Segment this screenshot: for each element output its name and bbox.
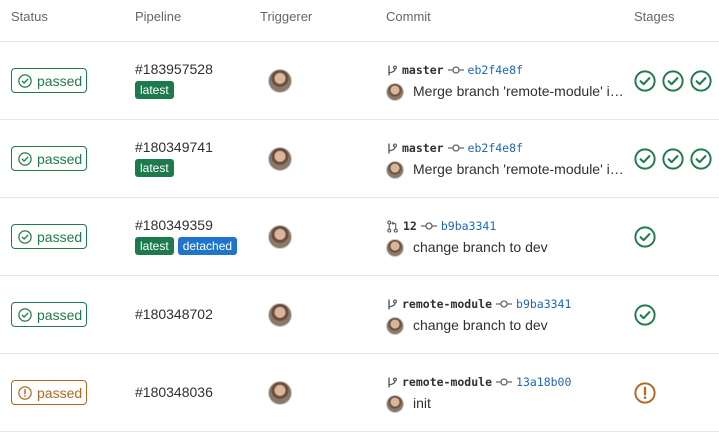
stage-status-icon[interactable] (634, 70, 656, 92)
commit-ref-line: 12 b9ba3341 (386, 219, 496, 233)
stage-status-icon[interactable] (662, 148, 684, 170)
stage-status-icon[interactable] (634, 304, 656, 326)
triggerer-avatar[interactable] (268, 303, 292, 327)
status-badge[interactable]: passed (11, 380, 87, 405)
stage-status-icon[interactable] (690, 70, 712, 92)
ref-link[interactable]: master (402, 141, 444, 155)
status-label: passed (37, 72, 83, 89)
header-commit: Commit (386, 9, 431, 24)
triggerer-avatar[interactable] (268, 69, 292, 93)
commit-message-link[interactable]: Merge branch 'remote-module' into 'maste… (413, 161, 628, 177)
ref-link[interactable]: 12 (403, 219, 417, 233)
commit-message-link[interactable]: change branch to dev (413, 317, 628, 333)
commit-message-link[interactable]: change branch to dev (413, 239, 628, 255)
tag-detached: detached (177, 237, 238, 255)
ref-link[interactable]: remote-module (402, 297, 492, 311)
status-label: passed (37, 306, 83, 323)
stage-status-icon[interactable] (690, 148, 712, 170)
pipeline-row: passed #180349741 latest master eb2f4e8f Merg… (0, 120, 719, 198)
pipeline-row: passed #180348702 remote-module b9ba3341 cha… (0, 276, 719, 354)
commit-icon (496, 377, 513, 387)
pipeline-stages (634, 148, 712, 170)
branch-icon (386, 376, 398, 389)
branch-icon (386, 142, 398, 155)
branch-icon (386, 64, 398, 77)
check-circle-icon (18, 229, 32, 244)
merge-request-icon (386, 219, 399, 233)
check-circle-icon (18, 151, 32, 166)
commit-ref-line: remote-module b9ba3341 (386, 297, 571, 311)
pipeline-tags: latest detached (135, 237, 238, 255)
commit-icon (447, 65, 464, 75)
commit-message-link[interactable]: init (413, 395, 628, 411)
commit-sha-link[interactable]: b9ba3341 (441, 219, 496, 233)
branch-icon (386, 298, 398, 311)
tag-latest: latest (135, 81, 174, 99)
commit-sha-link[interactable]: b9ba3341 (516, 297, 571, 311)
pipeline-row: passed #180348036 remote-module 13a18b00 ini… (0, 354, 719, 432)
table-header: Status Pipeline Triggerer Commit Stages (0, 0, 719, 42)
stage-status-icon[interactable] (662, 70, 684, 92)
status-badge[interactable]: passed (11, 146, 87, 171)
commit-icon (447, 143, 464, 153)
pipeline-tags: latest (135, 81, 174, 99)
author-avatar[interactable] (386, 83, 404, 101)
commit-icon (420, 221, 437, 231)
tag-latest: latest (135, 237, 174, 255)
author-avatar[interactable] (386, 239, 404, 257)
ref-link[interactable]: remote-module (402, 375, 492, 389)
stage-status-icon[interactable] (634, 148, 656, 170)
author-avatar[interactable] (386, 395, 404, 413)
pipeline-row: passed #180349359 latest detached 12 b9ba3341… (0, 198, 719, 276)
pipeline-stages (634, 382, 656, 404)
commit-message-link[interactable]: Merge branch 'remote-module' into 'maste… (413, 83, 628, 99)
status-badge[interactable]: passed (11, 68, 87, 93)
commit-ref-line: master eb2f4e8f (386, 141, 523, 155)
pipeline-id-link[interactable]: #180348702 (135, 306, 213, 322)
commit-sha-link[interactable]: eb2f4e8f (468, 141, 523, 155)
author-avatar[interactable] (386, 317, 404, 335)
pipeline-stages (634, 226, 656, 248)
pipeline-tags: latest (135, 159, 174, 177)
status-label: passed (37, 384, 83, 401)
pipeline-stages (634, 304, 656, 326)
header-stages: Stages (634, 9, 675, 24)
stage-status-icon[interactable] (634, 226, 656, 248)
triggerer-avatar[interactable] (268, 381, 292, 405)
pipeline-id-link[interactable]: #180349741 (135, 139, 213, 155)
commit-sha-link[interactable]: 13a18b00 (516, 375, 571, 389)
triggerer-avatar[interactable] (268, 147, 292, 171)
author-avatar[interactable] (386, 161, 404, 179)
status-label: passed (37, 150, 83, 167)
header-triggerer: Triggerer (260, 9, 313, 24)
pipeline-stages (634, 70, 712, 92)
commit-icon (496, 299, 513, 309)
pipeline-id-link[interactable]: #180348036 (135, 384, 213, 400)
check-circle-icon (18, 73, 32, 88)
stage-status-icon[interactable] (634, 382, 656, 404)
tag-latest: latest (135, 159, 174, 177)
header-status: Status (11, 9, 48, 24)
commit-sha-link[interactable]: eb2f4e8f (468, 63, 523, 77)
commit-ref-line: remote-module 13a18b00 (386, 375, 571, 389)
status-badge[interactable]: passed (11, 302, 87, 327)
triggerer-avatar[interactable] (268, 225, 292, 249)
pipeline-row: passed #183957528 latest master eb2f4e8f Merg… (0, 42, 719, 120)
ref-link[interactable]: master (402, 63, 444, 77)
header-pipeline: Pipeline (135, 9, 182, 24)
status-badge[interactable]: passed (11, 224, 87, 249)
warning-circle-icon (18, 385, 32, 400)
check-circle-icon (18, 307, 32, 322)
status-label: passed (37, 228, 83, 245)
commit-ref-line: master eb2f4e8f (386, 63, 523, 77)
pipeline-id-link[interactable]: #180349359 (135, 217, 213, 233)
pipeline-id-link[interactable]: #183957528 (135, 61, 213, 77)
